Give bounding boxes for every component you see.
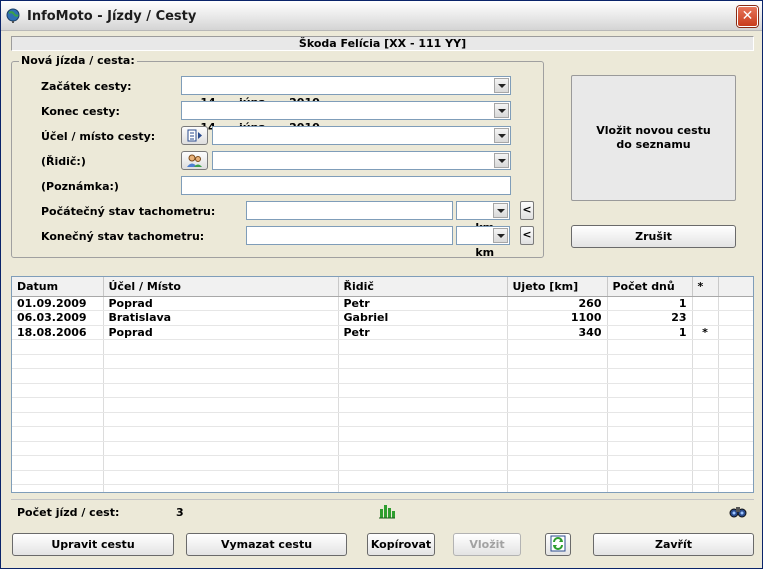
copy-odometer-start-button[interactable]: < <box>520 201 534 220</box>
purpose-combobox[interactable] <box>212 126 511 145</box>
cell-filler <box>718 325 753 340</box>
table-row[interactable]: 06.03.2009 Bratislava Gabriel 1100 23 <box>12 310 753 326</box>
empty-row <box>12 412 753 427</box>
trips-table[interactable]: Datum Účel / Místo Řidič Ujeto [km] Poče… <box>11 276 754 493</box>
close-window-button[interactable]: ✕ <box>737 6 758 27</box>
cell-driver: Gabriel <box>338 310 508 326</box>
empty-row <box>12 368 753 384</box>
chevron-down-icon[interactable] <box>494 128 509 143</box>
chevron-down-icon[interactable] <box>493 228 508 243</box>
cell-filler <box>718 310 753 326</box>
window-title: InfoMoto - Jízdy / Cesty <box>27 9 197 24</box>
table-row[interactable]: 18.08.2006 Poprad Petr 340 1 * <box>12 325 753 340</box>
empty-row <box>12 484 753 492</box>
empty-row <box>12 455 753 471</box>
cell-flag <box>692 310 719 326</box>
cell-purpose: Bratislava <box>103 310 339 326</box>
driver-combobox[interactable] <box>212 151 511 170</box>
chevron-down-icon[interactable] <box>494 153 509 168</box>
list-arrow-icon <box>187 129 202 142</box>
column-header-driver[interactable]: Řidič <box>338 277 508 297</box>
empty-row <box>12 397 753 413</box>
column-header-filler <box>718 277 753 297</box>
cell-distance: 340 <box>507 325 608 340</box>
trip-count-value: 3 <box>176 506 184 519</box>
odometer-start-label: Počátečný stav tachometru: <box>41 205 216 218</box>
cell-purpose: Poprad <box>103 296 339 311</box>
odometer-end-label: Konečný stav tachometru: <box>41 230 205 243</box>
empty-row <box>12 383 753 398</box>
note-input[interactable] <box>181 176 511 195</box>
column-header-purpose[interactable]: Účel / Místo <box>103 277 339 297</box>
empty-row <box>12 354 753 369</box>
start-date-picker[interactable]: 14. júna .2010 <box>181 76 511 109</box>
new-trip-group-label: Nová jízda / cesta: <box>19 54 137 67</box>
empty-row <box>12 470 753 485</box>
chevron-down-icon[interactable] <box>493 203 508 218</box>
start-date-label: Začátek cesty: <box>41 80 132 93</box>
purpose-label: Účel / místo cesty: <box>41 130 156 143</box>
globe-icon <box>6 8 20 23</box>
chevron-down-icon[interactable] <box>494 103 509 118</box>
refresh-icon <box>550 535 566 552</box>
odometer-end-input[interactable] <box>246 226 453 245</box>
cell-date: 06.03.2009 <box>12 310 104 326</box>
copy-button[interactable]: Kopírovat <box>367 533 435 556</box>
odometer-end-unit-select[interactable]: km <box>456 226 510 259</box>
column-header-date[interactable]: Datum <box>12 277 104 297</box>
vehicle-header: Škoda Felícia [XX - 111 YY] <box>11 36 754 51</box>
add-trip-label: Vložit novou cestu do seznamu <box>596 124 711 151</box>
driver-list-button[interactable] <box>181 151 208 170</box>
cell-days: 1 <box>607 296 693 311</box>
copy-odometer-end-button[interactable]: < <box>520 226 534 245</box>
end-date-label: Konec cesty: <box>41 105 120 118</box>
column-header-distance[interactable]: Ujeto [km] <box>507 277 608 297</box>
table-header-row: Datum Účel / Místo Řidič Ujeto [km] Poče… <box>12 277 753 297</box>
refresh-button[interactable] <box>545 533 571 556</box>
trip-count-label: Počet jízd / cest: <box>17 506 120 519</box>
add-trip-button[interactable]: Vložit novou cestu do seznamu <box>571 75 736 201</box>
cell-days: 1 <box>607 325 693 340</box>
bar-chart-icon[interactable] <box>378 503 396 519</box>
empty-row <box>12 339 753 355</box>
table-row[interactable]: 01.09.2009 Poprad Petr 260 1 <box>12 296 753 311</box>
empty-row <box>12 426 753 442</box>
end-date-picker[interactable]: 14. júna .2010 <box>181 101 511 134</box>
cell-days: 23 <box>607 310 693 326</box>
cell-driver: Petr <box>338 325 508 340</box>
cell-driver: Petr <box>338 296 508 311</box>
main-window: InfoMoto - Jízdy / Cesty ✕ Škoda Felícia… <box>0 0 763 569</box>
driver-label: (Řidič:) <box>41 155 86 168</box>
people-icon <box>187 154 202 167</box>
delete-trip-button[interactable]: Vymazat cestu <box>186 533 347 556</box>
note-label: (Poznámka:) <box>41 180 119 193</box>
column-header-flag[interactable]: * <box>692 277 719 297</box>
binoculars-icon[interactable] <box>729 503 747 519</box>
cell-distance: 260 <box>507 296 608 311</box>
title-bar: InfoMoto - Jízdy / Cesty ✕ <box>1 1 762 31</box>
chevron-down-icon[interactable] <box>494 78 509 93</box>
cell-flag <box>692 296 719 311</box>
close-button[interactable]: Zavřít <box>593 533 754 556</box>
cell-filler <box>718 296 753 311</box>
purpose-list-button[interactable] <box>181 126 208 145</box>
cell-date: 01.09.2009 <box>12 296 104 311</box>
cell-date: 18.08.2006 <box>12 325 104 340</box>
cell-flag: * <box>692 325 719 340</box>
paste-button[interactable]: Vložit <box>453 533 521 556</box>
cell-distance: 1100 <box>507 310 608 326</box>
cancel-button[interactable]: Zrušit <box>571 225 736 248</box>
edit-trip-button[interactable]: Upravit cestu <box>12 533 174 556</box>
odometer-start-unit-select[interactable]: km <box>456 201 510 234</box>
cell-purpose: Poprad <box>103 325 339 340</box>
empty-row <box>12 441 753 456</box>
column-header-days[interactable]: Počet dnů <box>607 277 693 297</box>
odometer-start-input[interactable] <box>246 201 453 220</box>
odometer-end-unit: km <box>475 246 495 259</box>
